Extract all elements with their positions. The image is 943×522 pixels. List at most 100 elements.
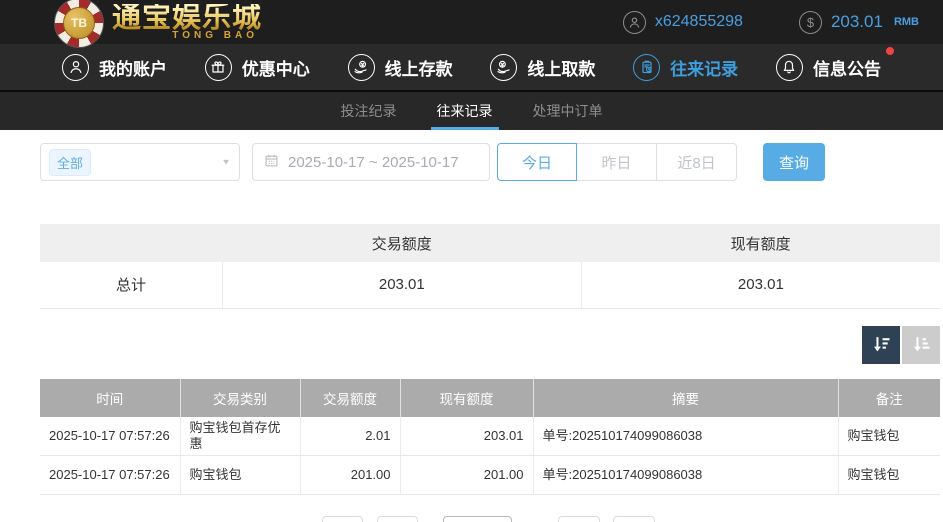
cell-type: 购宝钱包 [180,456,300,495]
col-amount: 交易额度 [300,379,400,417]
balance-currency: RMB [894,16,919,28]
filter-bar: 全部 ▼ 2025-10-17 ~ 2025-10-17 今日 [40,143,943,181]
notification-badge [886,47,894,55]
nav-item-withdrawal[interactable]: 线上取款 [490,54,595,81]
col-summary: 摘要 [533,379,838,417]
pagination-first-button[interactable] [322,516,363,522]
chevron-down-icon: ▼ [221,158,231,167]
site-logo[interactable]: TB 通宝娱乐城 TONG BAO [54,0,262,48]
nav-item-transactions[interactable]: 往来记录 [633,54,738,81]
subtab-label: 投注纪录 [341,101,397,121]
table-row: 2025-10-17 07:57:26 购宝钱包首存优惠 2.01 203.01… [40,417,940,456]
user-icon [62,54,89,81]
sort-ascending-button[interactable] [902,326,940,364]
app-root: TB 通宝娱乐城 TONG BAO x624855298 $ 203.01 RM… [0,0,943,522]
summary-header-amount: 交易额度 [222,224,581,262]
col-balance: 现有额度 [400,379,533,417]
yesterday-button[interactable]: 昨日 [577,143,657,181]
deposit-icon [348,54,375,81]
user-icon [623,11,646,34]
quick-date-group: 今日 昨日 近8日 [497,143,737,181]
tab-processing-orders[interactable]: 处理中订单 [531,92,605,130]
cell-remark: 购宝钱包 [838,417,940,456]
pagination-next-button[interactable] [558,516,600,522]
sort-descending-icon [871,334,892,355]
summary-total-row: 总计 203.01 203.01 [40,262,940,308]
nav-item-promotions[interactable]: 优惠中心 [205,54,310,81]
balance-info[interactable]: $ 203.01 RMB [799,11,919,34]
nav-item-announcements[interactable]: 信息公告 [776,54,881,81]
quick-label: 昨日 [601,152,631,173]
quick-label: 今日 [522,152,552,173]
pagination-last-button[interactable] [613,516,655,522]
nav-label: 我的账户 [99,55,167,80]
pagination [0,516,943,522]
summary-header-row: 交易额度 现有额度 [40,224,940,262]
content: 全部 ▼ 2025-10-17 ~ 2025-10-17 今日 [0,143,943,495]
summary-total-balance: 203.01 [581,262,940,308]
topbar-right: x624855298 $ 203.01 RMB [623,11,943,34]
summary-header-balance: 现有额度 [581,224,940,262]
nav-label: 线上存款 [385,55,453,80]
pagination-prev-button[interactable] [377,516,418,522]
pagination-page-select[interactable] [443,516,512,522]
type-select[interactable]: 全部 ▼ [40,143,240,181]
account-info[interactable]: x624855298 [623,11,743,34]
col-time: 时间 [40,379,180,417]
calendar-icon [264,153,279,172]
cell-type: 购宝钱包首存优惠 [180,417,300,456]
cell-summary: 单号:202510174099086038 [533,417,838,456]
nav-label: 线上取款 [527,55,595,80]
subtab-label: 处理中订单 [533,101,603,121]
nav-label: 往来记录 [670,55,738,80]
date-range-input[interactable]: 2025-10-17 ~ 2025-10-17 [252,143,490,181]
cell-remark: 购宝钱包 [838,456,940,495]
cell-time: 2025-10-17 07:57:26 [40,456,180,495]
logo-title: 通宝娱乐城 [112,4,262,33]
nav-item-deposit[interactable]: 线上存款 [348,54,453,81]
subtab-label: 往来记录 [437,101,493,121]
main-nav: 我的账户 优惠中心 线上存款 线上取款 往来记录 [0,44,943,92]
col-type: 交易类别 [180,379,300,417]
poker-chip-icon: TB [54,0,104,48]
sort-descending-button[interactable] [862,326,900,364]
logo-text: 通宝娱乐城 TONG BAO [112,4,262,41]
col-remark: 备注 [838,379,940,417]
tab-transaction-records[interactable]: 往来记录 [435,92,495,130]
nav-item-my-account[interactable]: 我的账户 [62,54,167,81]
selected-type-chip: 全部 [49,149,91,176]
tab-betting-records[interactable]: 投注纪录 [339,92,399,130]
sub-nav: 投注纪录 往来记录 处理中订单 [0,92,943,130]
date-range-value: 2025-10-17 ~ 2025-10-17 [288,154,459,171]
nav-label: 信息公告 [813,55,881,80]
records-header-row: 时间 交易类别 交易额度 现有额度 摘要 备注 [40,379,940,417]
withdraw-icon [490,54,517,81]
summary-table: 交易额度 现有额度 总计 203.01 203.01 [40,224,940,309]
summary-header-empty [40,224,222,262]
summary-total-amount: 203.01 [222,262,581,308]
search-button[interactable]: 查询 [763,143,825,181]
nav-label: 优惠中心 [242,55,310,80]
table-row: 2025-10-17 07:57:26 购宝钱包 201.00 201.00 单… [40,456,940,495]
today-button[interactable]: 今日 [497,143,577,181]
account-username: x624855298 [655,13,743,31]
topbar: TB 通宝娱乐城 TONG BAO x624855298 $ 203.01 RM… [0,0,943,44]
last-8-days-button[interactable]: 近8日 [657,143,737,181]
records-icon [633,54,660,81]
sort-controls [40,326,940,364]
cell-balance: 201.00 [400,456,533,495]
quick-label: 近8日 [677,152,715,173]
cell-summary: 单号:202510174099086038 [533,456,838,495]
sort-ascending-icon [911,334,932,355]
cell-time: 2025-10-17 07:57:26 [40,417,180,456]
bell-icon [776,54,803,81]
balance-amount: 203.01 [831,12,883,32]
cell-amount: 2.01 [300,417,400,456]
dollar-icon: $ [799,11,822,34]
gift-icon [205,54,232,81]
records-table: 时间 交易类别 交易额度 现有额度 摘要 备注 2025-10-17 07:57… [40,379,940,496]
cell-balance: 203.01 [400,417,533,456]
cell-amount: 201.00 [300,456,400,495]
chip-monogram: TB [63,7,95,39]
summary-total-label: 总计 [40,262,222,308]
